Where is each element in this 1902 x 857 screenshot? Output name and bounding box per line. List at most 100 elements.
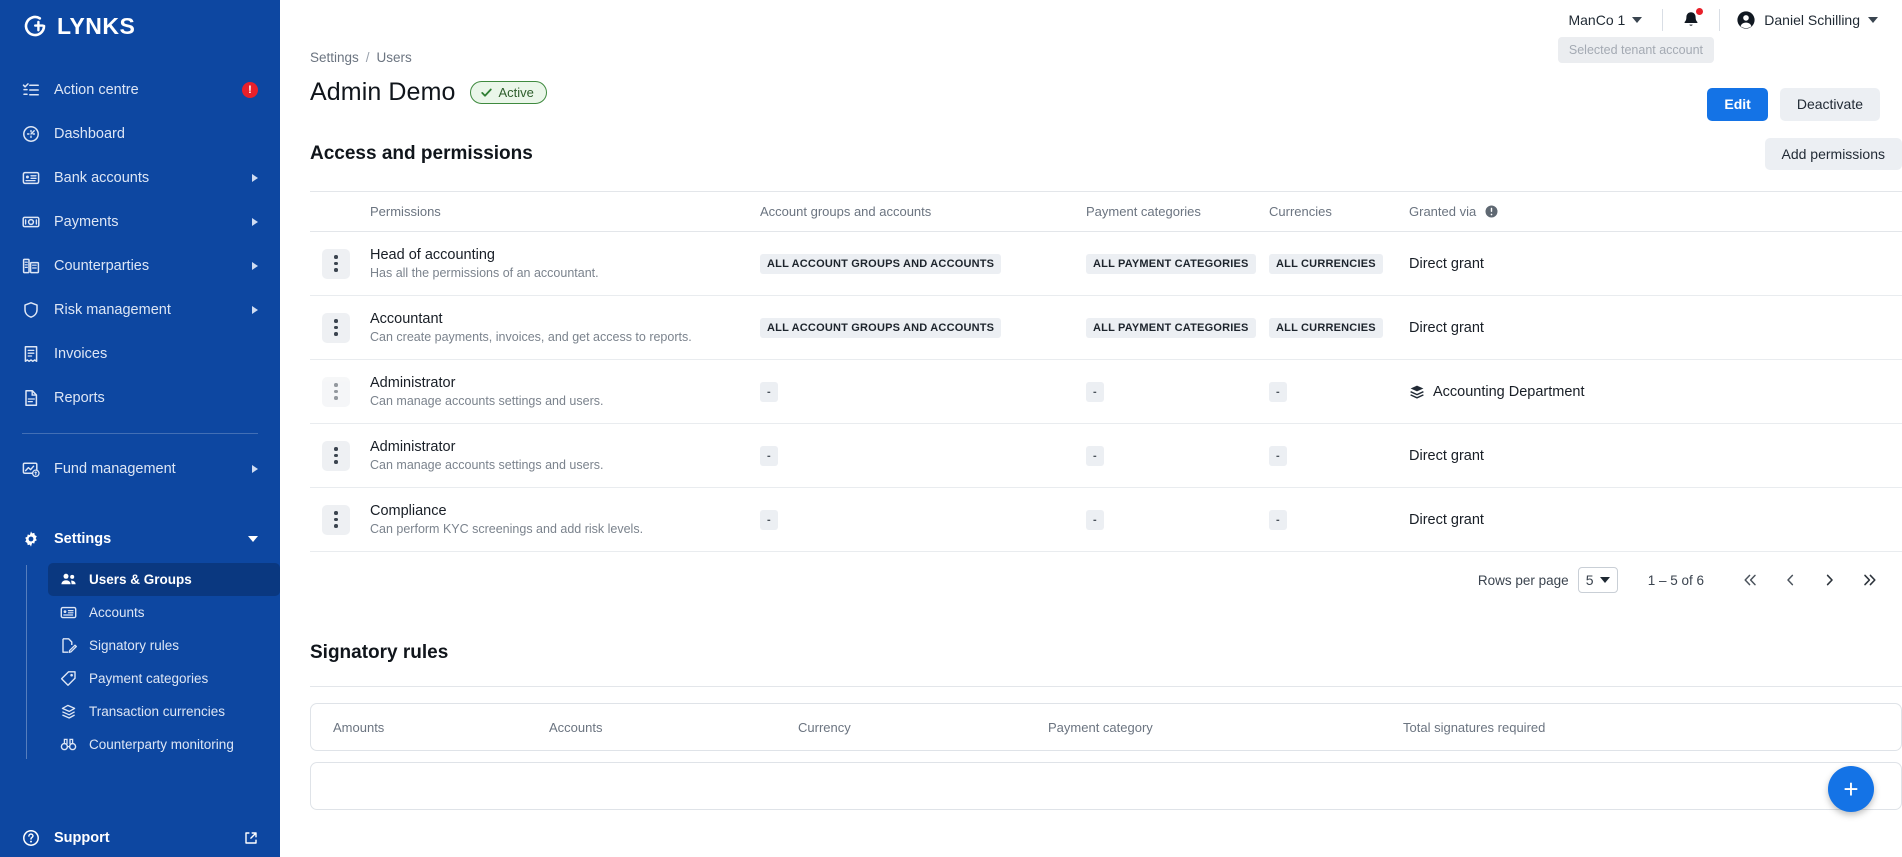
- row-actions-menu-icon[interactable]: [322, 376, 350, 407]
- rows-per-page-select[interactable]: 5: [1577, 567, 1618, 593]
- topbar-divider-1: [1662, 9, 1664, 31]
- payment-categories-tag: ALL PAYMENT CATEGORIES: [1086, 253, 1256, 274]
- deactivate-button[interactable]: Deactivate: [1779, 88, 1880, 121]
- sidebar-item-label: Counterparties: [54, 258, 150, 274]
- sidebar-item-reports[interactable]: Reports: [0, 376, 280, 420]
- table-row[interactable]: Compliance Can perform KYC screenings an…: [310, 488, 1902, 552]
- signatory-rules-row[interactable]: [310, 762, 1902, 810]
- sidebar-item-label: Action centre: [54, 82, 139, 98]
- cell-currencies: -: [1269, 509, 1409, 530]
- sidebar-item-label: Payments: [54, 214, 119, 230]
- row-actions-menu-icon[interactable]: [322, 440, 350, 471]
- cell-account-groups: ALL ACCOUNT GROUPS AND ACCOUNTS: [760, 253, 1086, 274]
- topbar: ManCo 1 Daniel Schilling: [280, 0, 1902, 40]
- tag-icon: [60, 670, 77, 687]
- currencies-tag: ALL CURRENCIES: [1269, 317, 1383, 338]
- cell-account-groups: -: [760, 445, 1086, 466]
- app-root: LYNKS Action centre ! Dashboard Bank acc…: [0, 0, 1902, 857]
- cell-permission: Administrator Can manage accounts settin…: [370, 439, 760, 472]
- sidebar-item-label: Bank accounts: [54, 170, 150, 186]
- last-page-button[interactable]: [1850, 563, 1890, 597]
- sidebar-item-counterparties[interactable]: Counterparties: [0, 244, 280, 288]
- card-icon: [22, 169, 40, 187]
- table-row[interactable]: Administrator Can manage accounts settin…: [310, 424, 1902, 488]
- sidebar-item-payment-categories[interactable]: Payment categories: [48, 662, 280, 695]
- sidebar-item-action-centre[interactable]: Action centre !: [0, 68, 280, 112]
- edit-button[interactable]: Edit: [1707, 88, 1768, 121]
- sidebar-item-bank-accounts[interactable]: Bank accounts: [0, 156, 280, 200]
- cell-granted-via: Direct grant: [1409, 448, 1902, 464]
- notifications-button[interactable]: [1677, 6, 1705, 34]
- sidebar-item-accounts[interactable]: Accounts: [48, 596, 280, 629]
- sidebar-item-support[interactable]: Support: [0, 819, 280, 857]
- cell-permission: Administrator Can manage accounts settin…: [370, 375, 760, 408]
- granted-via-label: Direct grant: [1409, 447, 1484, 464]
- col-header-currency: Currency: [798, 719, 851, 735]
- first-page-button[interactable]: [1730, 563, 1770, 597]
- permission-description: Has all the permissions of an accountant…: [370, 266, 599, 280]
- sidebar-item-transaction-currencies[interactable]: Transaction currencies: [48, 695, 280, 728]
- currencies-tag: -: [1269, 381, 1287, 402]
- coins-icon: [60, 703, 77, 720]
- cell-granted-via: Direct grant: [1409, 320, 1902, 336]
- table-row[interactable]: Accountant Can create payments, invoices…: [310, 296, 1902, 360]
- sidebar: LYNKS Action centre ! Dashboard Bank acc…: [0, 0, 280, 857]
- user-menu[interactable]: Daniel Schilling: [1734, 6, 1880, 34]
- account-groups-tag: ALL ACCOUNT GROUPS AND ACCOUNTS: [760, 317, 1002, 338]
- lynks-logo-icon: [22, 13, 48, 39]
- tenant-tooltip: Selected tenant account: [1557, 37, 1714, 63]
- col-header-accounts: Accounts: [549, 719, 603, 735]
- add-signatory-rule-fab[interactable]: +: [1828, 766, 1874, 812]
- breadcrumb-item-settings[interactable]: Settings: [310, 50, 359, 65]
- main-content: ManCo 1 Daniel Schilling Selected tenant…: [280, 0, 1902, 857]
- info-icon[interactable]: [1485, 205, 1498, 218]
- cell-payment-categories: -: [1086, 381, 1269, 402]
- chevron-down-icon: [1599, 577, 1610, 583]
- sidebar-item-counterparty-monitoring[interactable]: Counterparty monitoring: [48, 728, 280, 761]
- shield-icon: [22, 301, 40, 319]
- prev-page-button[interactable]: [1770, 563, 1810, 597]
- sidebar-item-label: Counterparty monitoring: [89, 737, 234, 752]
- cell-payment-categories: -: [1086, 509, 1269, 530]
- payment-categories-tag: -: [1086, 509, 1104, 530]
- next-page-button[interactable]: [1810, 563, 1850, 597]
- sidebar-item-payments[interactable]: Payments: [0, 200, 280, 244]
- chevron-down-icon: [1632, 17, 1643, 23]
- sidebar-item-signatory-rules[interactable]: Signatory rules: [48, 629, 280, 662]
- chevron-right-icon: [252, 306, 258, 314]
- row-actions-menu-icon[interactable]: [322, 504, 350, 535]
- cell-payment-categories: ALL PAYMENT CATEGORIES: [1086, 317, 1269, 338]
- sidebar-item-invoices[interactable]: Invoices: [0, 332, 280, 376]
- granted-via-label: Direct grant: [1409, 511, 1484, 528]
- cell-granted-via: Direct grant: [1409, 512, 1902, 528]
- sidebar-item-label: Invoices: [54, 346, 108, 362]
- sidebar-item-fund-management[interactable]: Fund management: [0, 447, 280, 491]
- app-logo[interactable]: LYNKS: [0, 0, 280, 52]
- speedometer-icon: [22, 125, 40, 143]
- breadcrumb-item-users[interactable]: Users: [377, 50, 412, 65]
- chevron-right-icon: [252, 262, 258, 270]
- building-icon: [22, 257, 40, 275]
- row-actions-menu-icon[interactable]: [322, 248, 350, 279]
- tenant-selector[interactable]: ManCo 1: [1562, 8, 1648, 32]
- row-menu-cell: [310, 504, 370, 535]
- sidebar-item-dashboard[interactable]: Dashboard: [0, 112, 280, 156]
- row-actions-menu-icon[interactable]: [322, 312, 350, 343]
- add-permissions-button[interactable]: Add permissions: [1764, 137, 1902, 171]
- sidebar-item-settings[interactable]: Settings: [0, 517, 280, 561]
- sidebar-item-users-groups[interactable]: Users & Groups: [48, 563, 280, 596]
- section-title-signatory-rules: Signatory rules: [310, 642, 449, 663]
- currencies-tag: -: [1269, 509, 1287, 530]
- permission-description: Can perform KYC screenings and add risk …: [370, 522, 644, 536]
- table-row[interactable]: Administrator Can manage accounts settin…: [310, 360, 1902, 424]
- header-actions: Edit Deactivate: [1707, 88, 1880, 121]
- chevron-right-icon: [252, 218, 258, 226]
- permission-name: Accountant: [370, 311, 443, 327]
- cell-permission: Head of accounting Has all the permissio…: [370, 247, 760, 280]
- table-row[interactable]: Head of accounting Has all the permissio…: [310, 232, 1902, 296]
- cell-permission: Compliance Can perform KYC screenings an…: [370, 503, 760, 536]
- sidebar-item-risk-management[interactable]: Risk management: [0, 288, 280, 332]
- cell-payment-categories: ALL PAYMENT CATEGORIES: [1086, 253, 1269, 274]
- col-header-payment-categories: Payment categories: [1086, 204, 1201, 219]
- permission-description: Can create payments, invoices, and get a…: [370, 330, 692, 344]
